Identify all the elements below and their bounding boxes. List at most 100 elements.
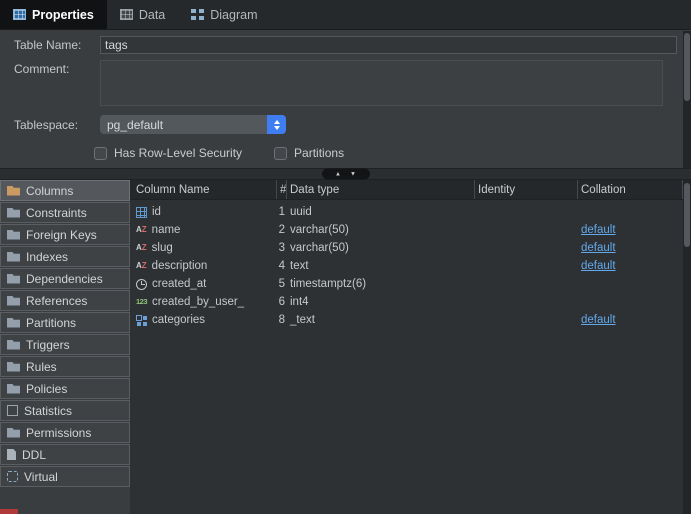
string-type-icon <box>136 262 147 270</box>
column-header-identity[interactable]: Identity <box>474 180 577 199</box>
columns-folder-icon <box>7 186 20 196</box>
table-row[interactable]: created_by_user_6int4 <box>130 293 683 311</box>
collation-link[interactable]: default <box>581 242 616 254</box>
collapse-down-icon[interactable]: ▼ <box>350 171 356 177</box>
form-scrollbar-thumb[interactable] <box>684 33 690 101</box>
sidebar-item-statistics[interactable]: Statistics <box>0 400 130 421</box>
sidebar-item-rules[interactable]: Rules <box>0 356 130 377</box>
sidebar-item-label: Partitions <box>26 316 76 330</box>
form-scrollbar[interactable] <box>683 31 691 168</box>
sidebar-item-foreign-keys[interactable]: Foreign Keys <box>0 224 130 245</box>
tab-label: Properties <box>32 8 94 22</box>
column-data-type: varchar(50) <box>286 224 474 236</box>
column-ordinal: 5 <box>276 278 286 290</box>
folder-icon <box>7 252 20 262</box>
rls-checkbox[interactable] <box>94 147 107 160</box>
columns-grid: Column Name#Data typeIdentityCollation i… <box>130 180 683 514</box>
comment-input[interactable] <box>100 60 663 106</box>
data-grid-icon <box>120 9 133 20</box>
tablespace-value: pg_default <box>100 118 267 132</box>
table-row[interactable]: slug 3varchar(50) default <box>130 239 683 257</box>
tab-properties[interactable]: Properties <box>0 0 107 29</box>
table-row[interactable]: description4textdefault <box>130 257 683 275</box>
column-name: name <box>152 224 181 236</box>
sidebar-item-constraints[interactable]: Constraints <box>0 202 130 223</box>
tab-bar: Properties Data Diagram <box>0 0 691 30</box>
column-ordinal: 3 <box>276 242 286 254</box>
sidebar-item-columns[interactable]: Columns <box>0 180 130 201</box>
table-row[interactable]: id1uuid <box>130 203 683 221</box>
array-type-icon <box>136 315 147 326</box>
virtual-icon <box>7 471 18 482</box>
folder-icon <box>7 208 20 218</box>
folder-icon <box>7 318 20 328</box>
sidebar-item-policies[interactable]: Policies <box>0 378 130 399</box>
table-name-input[interactable] <box>100 36 677 54</box>
sidebar-item-triggers[interactable]: Triggers <box>0 334 130 355</box>
sidebar-item-label: Dependencies <box>26 272 103 286</box>
splitter-handle[interactable]: ▲ ▼ <box>322 169 370 180</box>
column-collation: default <box>577 224 683 236</box>
column-header--[interactable]: # <box>276 180 286 199</box>
table-row[interactable]: name2varchar(50)default <box>130 221 683 239</box>
sidebar-item-partitions[interactable]: Partitions <box>0 312 130 333</box>
sidebar-item-dependencies[interactable]: Dependencies <box>0 268 130 289</box>
chevron-up-icon <box>274 120 280 124</box>
sidebar-item-references[interactable]: References <box>0 290 130 311</box>
properties-form: Table Name: Comment: Tablespace: pg_defa… <box>0 30 691 168</box>
sidebar-item-virtual[interactable]: Virtual <box>0 466 130 487</box>
table-body: id1uuidname2varchar(50)defaultslug3varch… <box>130 200 683 329</box>
column-data-type: varchar(50) <box>286 242 474 254</box>
sidebar-item-label: Virtual <box>24 470 58 484</box>
partitions-checkbox[interactable] <box>274 147 287 160</box>
tablespace-select[interactable]: pg_default <box>100 115 286 134</box>
tab-data[interactable]: Data <box>107 0 178 29</box>
tab-label: Diagram <box>210 8 257 22</box>
sidebar-item-permissions[interactable]: Permissions <box>0 422 130 443</box>
column-collation: default <box>577 260 683 272</box>
table-row[interactable]: categories8_textdefault <box>130 311 683 329</box>
sidebar-item-label: DDL <box>22 448 46 462</box>
column-header-column-name[interactable]: Column Name <box>130 180 276 199</box>
lower-section: ColumnsConstraintsForeign Keys Indexes Dep… <box>0 180 691 514</box>
comment-label: Comment: <box>14 60 100 76</box>
collation-link[interactable]: default <box>581 260 616 272</box>
grid-scrollbar-thumb[interactable] <box>684 183 690 247</box>
grid-scrollbar[interactable] <box>683 180 691 514</box>
table-icon <box>13 9 26 20</box>
diagram-icon <box>191 9 204 20</box>
uuid-type-icon <box>136 207 147 218</box>
column-data-type: uuid <box>286 206 474 218</box>
chevron-down-icon <box>274 126 280 130</box>
column-header-data-type[interactable]: Data type <box>286 180 474 199</box>
column-collation: default <box>577 314 683 326</box>
folder-icon <box>7 340 20 350</box>
rls-checkbox-label: Has Row-Level Security <box>114 146 242 160</box>
tablespace-label: Tablespace: <box>14 118 100 132</box>
sidebar-item-label: Indexes <box>26 250 68 264</box>
sidebar-item-indexes[interactable]: Indexes <box>0 246 130 267</box>
column-name: slug <box>152 242 173 254</box>
number-type-icon <box>136 298 147 306</box>
doc-icon <box>7 449 16 460</box>
column-ordinal: 1 <box>276 206 286 218</box>
sidebar-item-label: Triggers <box>26 338 70 352</box>
tab-diagram[interactable]: Diagram <box>178 0 270 29</box>
column-name: created_by_user_ <box>152 296 244 308</box>
column-name: categories <box>152 314 205 326</box>
table-row[interactable]: created_at5timestamptz(6) <box>130 275 683 293</box>
splitter[interactable]: ▲ ▼ <box>0 168 691 180</box>
column-data-type: _text <box>286 314 474 326</box>
tab-label: Data <box>139 8 165 22</box>
column-ordinal: 4 <box>276 260 286 272</box>
collation-link[interactable]: default <box>581 314 616 326</box>
column-name: description <box>152 260 208 272</box>
string-type-icon <box>136 226 147 234</box>
sidebar-item-label: Rules <box>26 360 57 374</box>
column-header-collation[interactable]: Collation <box>577 180 683 199</box>
sidebar-item-ddl[interactable]: DDL <box>0 444 130 465</box>
collation-link[interactable]: default <box>581 224 616 236</box>
sidebar-item-label: Statistics <box>24 404 72 418</box>
collapse-up-icon[interactable]: ▲ <box>335 171 341 177</box>
red-indicator <box>0 509 18 514</box>
